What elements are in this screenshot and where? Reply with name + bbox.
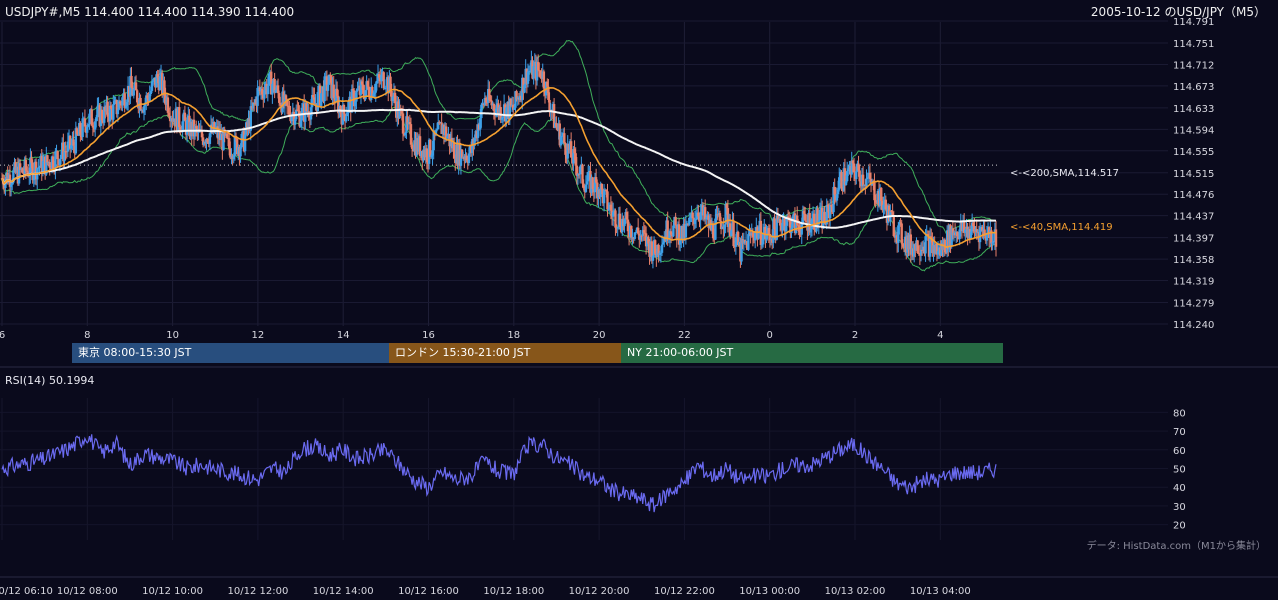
candlesticks: [0, 50, 998, 269]
candle-body: [345, 116, 348, 122]
candle-body: [840, 171, 843, 189]
candle-body: [56, 151, 59, 160]
candle-body: [584, 184, 588, 192]
rsi-tick-label: 40: [1173, 483, 1186, 494]
session-london: ロンドン 15:30-21:00 JST: [389, 343, 621, 363]
price-chart: 114.791114.751114.712114.673114.633114.5…: [0, 5, 1278, 597]
hour-tick-label: 6: [0, 330, 5, 341]
session-tokyo: 東京 08:00-15:30 JST: [72, 343, 389, 363]
hour-tick-label: 8: [84, 330, 90, 341]
hour-tick-label: 4: [937, 330, 943, 341]
candle-body: [691, 212, 694, 219]
date-tick-label: 10/12 20:00: [569, 586, 630, 597]
price-tick-label: 114.358: [1173, 255, 1214, 266]
candle-body: [732, 220, 735, 247]
candle-body: [660, 244, 664, 253]
candle-body: [865, 178, 868, 186]
price-tick-label: 114.751: [1173, 39, 1214, 50]
date-tick-label: 10/12 12:00: [227, 586, 288, 597]
price-tick-label: 114.240: [1173, 320, 1214, 331]
rsi-label: RSI(14) 50.1994: [5, 374, 94, 387]
date-tick-label: 10/13 04:00: [910, 586, 971, 597]
rsi-tick-label: 70: [1173, 427, 1186, 438]
date-tick-label: 10/12 10:00: [142, 586, 203, 597]
hour-tick-label: 12: [252, 330, 265, 341]
rsi-tick-label: 60: [1173, 446, 1186, 457]
data-source-note: データ: HistData.com（M1から集計）: [1087, 539, 1266, 552]
sma200-label: <-<200,SMA,114.517: [1010, 168, 1119, 179]
sma40-label: <-<40,SMA,114.419: [1010, 222, 1113, 233]
candle-body: [818, 209, 822, 221]
price-tick-label: 114.437: [1173, 212, 1214, 223]
rsi-tick-label: 80: [1173, 408, 1186, 419]
date-tick-label: 10/12 16:00: [398, 586, 459, 597]
price-tick-label: 114.594: [1173, 125, 1214, 136]
price-tick-label: 114.633: [1173, 104, 1214, 115]
date-tick-label: 10/12 14:00: [313, 586, 374, 597]
hour-tick-label: 20: [593, 330, 606, 341]
candle-body: [747, 234, 750, 250]
price-tick-label: 114.476: [1173, 190, 1214, 201]
candle-body: [855, 171, 858, 180]
hour-tick-label: 22: [678, 330, 691, 341]
candle-body: [674, 216, 677, 225]
candle-body: [178, 107, 181, 128]
candle-body: [901, 243, 905, 247]
rsi-line: [1, 434, 997, 513]
rsi-tick-label: 50: [1173, 465, 1186, 476]
hour-tick-label: 0: [767, 330, 773, 341]
hour-tick-label: 14: [337, 330, 350, 341]
candle-body: [243, 134, 247, 152]
date-axis: 10/12 06:10 10/12 08:00 10/12 10:00 10/12 1…: [0, 586, 971, 597]
price-tick-label: 114.555: [1173, 147, 1214, 158]
chart-header-left: USDJPY#,M5 114.400 114.400 114.390 114.4…: [5, 5, 294, 19]
hour-tick-label: 18: [507, 330, 520, 341]
bollinger-bands: [1, 39, 996, 272]
hour-axis: 6 8 10 12 14 16 18 20 22 0 2 4: [0, 330, 943, 341]
candle-body: [112, 104, 115, 120]
candle-body: [326, 84, 330, 91]
price-tick-label: 114.515: [1173, 169, 1214, 180]
hour-tick-label: 16: [422, 330, 435, 341]
candle-body: [342, 104, 346, 115]
date-tick-label: 10/12 18:00: [483, 586, 544, 597]
price-axis: 114.791114.751114.712114.673114.633114.5…: [1173, 17, 1214, 331]
grid-lines: [0, 20, 1278, 578]
candle-body: [858, 170, 861, 182]
rsi-tick-label: 20: [1173, 521, 1186, 532]
price-tick-label: 114.673: [1173, 82, 1214, 93]
date-tick-label: 10/12 08:00: [57, 586, 118, 597]
candle-body: [355, 90, 358, 102]
candle-body: [435, 129, 439, 131]
candle-body: [284, 95, 288, 100]
price-tick-label: 114.712: [1173, 60, 1214, 71]
rsi-tick-label: 30: [1173, 502, 1186, 513]
date-tick-label: 10/13 02:00: [825, 586, 886, 597]
rsi-panel: 80 70 60 50 40 30 20: [1, 408, 1186, 532]
bollinger-lower: [1, 106, 996, 272]
candle-body: [813, 213, 816, 230]
hour-tick-label: 2: [852, 330, 858, 341]
candle-body: [425, 148, 429, 163]
candle-body: [861, 174, 865, 186]
date-tick-label: 10/12 22:00: [654, 586, 715, 597]
candle-body: [116, 109, 120, 115]
session-newyork: NY 21:00-06:00 JST: [621, 343, 1003, 363]
candle-body: [563, 133, 566, 143]
chart-header-right: 2005-10-12 のUSD/JPY（M5）: [1091, 5, 1266, 19]
candle-body: [121, 97, 124, 106]
price-tick-label: 114.319: [1173, 277, 1214, 288]
candle-body: [86, 126, 89, 133]
date-tick-label: 10/12 06:10: [0, 586, 53, 597]
price-tick-label: 114.279: [1173, 299, 1214, 310]
candle-body: [267, 73, 271, 86]
hour-tick-label: 10: [166, 330, 179, 341]
candle-body: [684, 224, 688, 238]
date-tick-label: 10/13 00:00: [739, 586, 800, 597]
price-tick-label: 114.397: [1173, 234, 1214, 245]
